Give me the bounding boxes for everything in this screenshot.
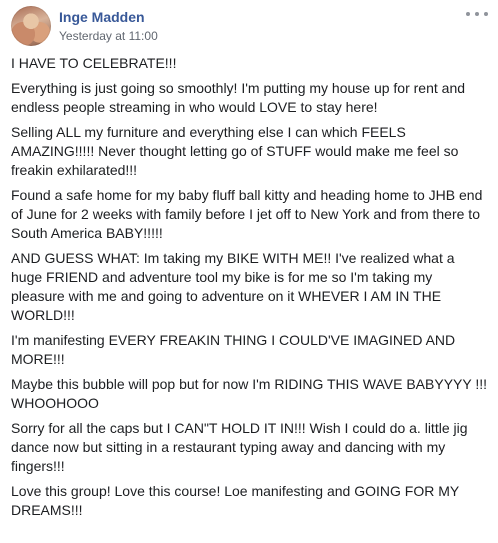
author-name[interactable]: Inge Madden [59, 8, 145, 26]
post-paragraph: Maybe this bubble will pop but for now I… [11, 376, 488, 411]
more-dot [475, 12, 479, 16]
post-paragraph: I'm manifesting EVERY FREAKIN THING I CO… [11, 332, 456, 367]
post-paragraph: I HAVE TO CELEBRATE!!! [11, 55, 177, 71]
more-horizontal-icon[interactable] [466, 6, 488, 22]
avatar[interactable] [11, 6, 51, 46]
post-paragraph: Found a safe home for my baby fluff ball… [11, 187, 483, 241]
post-paragraph: Love this group! Love this course! Loe m… [11, 483, 459, 518]
facebook-post: Inge Madden Yesterday at 11:00 I HAVE TO… [0, 0, 498, 543]
post-header: Inge Madden Yesterday at 11:00 [11, 6, 488, 46]
post-body: I HAVE TO CELEBRATE!!! Everything is jus… [11, 54, 489, 526]
post-timestamp[interactable]: Yesterday at 11:00 [59, 28, 158, 44]
post-paragraph: AND GUESS WHAT: Im taking my BIKE WITH M… [11, 250, 455, 323]
post-paragraph: Everything is just going so smoothly! I'… [11, 80, 466, 115]
post-paragraph: Sorry for all the caps but I CAN"T HOLD … [11, 420, 468, 474]
more-dot [466, 12, 470, 16]
post-paragraph: Selling ALL my furniture and everything … [11, 124, 459, 178]
more-dot [484, 12, 488, 16]
